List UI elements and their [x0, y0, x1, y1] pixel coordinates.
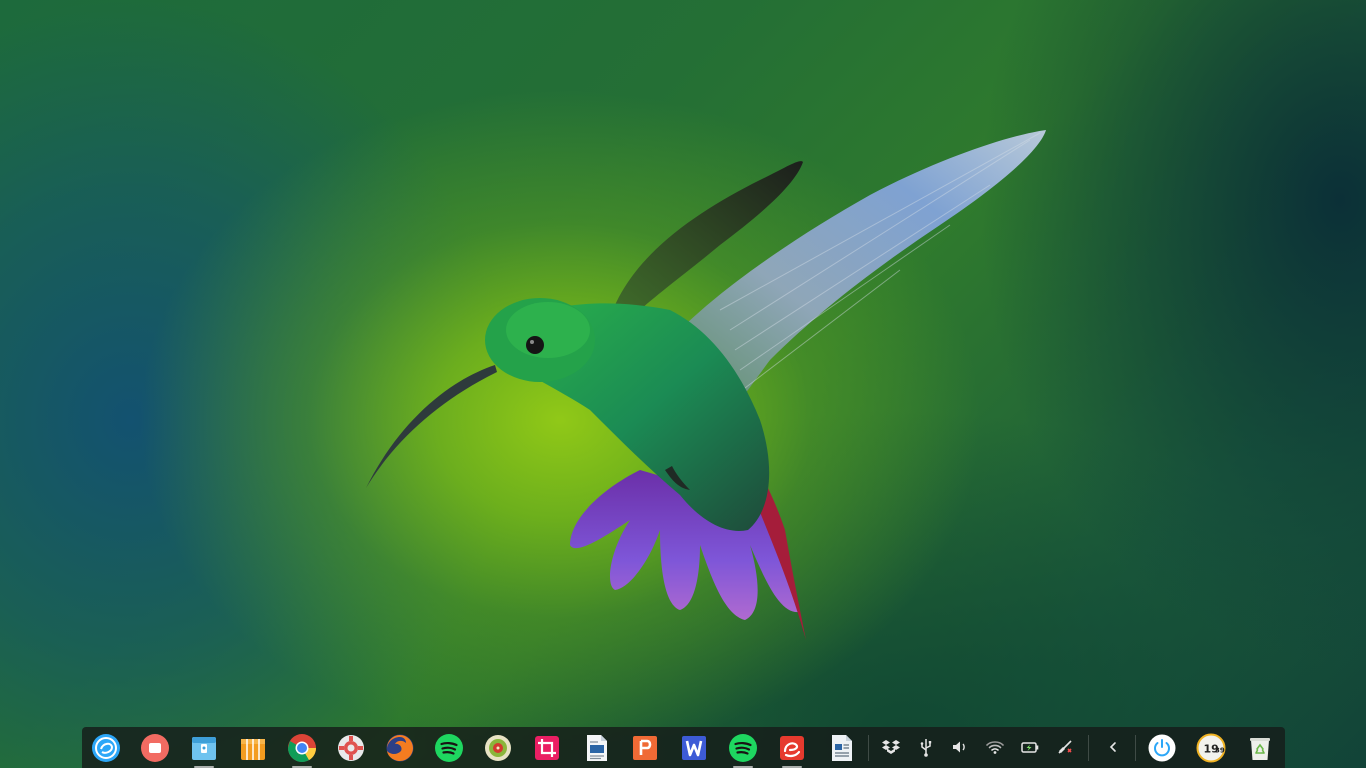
shutdown-button[interactable] — [1146, 732, 1178, 764]
file-manager-icon — [192, 737, 216, 760]
dock-separator — [868, 735, 869, 761]
dock: 19 39 — [82, 727, 1285, 768]
tray-usb[interactable] — [915, 736, 937, 758]
datetime-clock[interactable]: 19 39 — [1195, 732, 1227, 764]
document-writer-icon — [587, 735, 607, 761]
music-player-icon — [485, 735, 511, 761]
spotify-icon — [435, 734, 463, 762]
wifi-icon — [986, 741, 1004, 754]
dropbox-icon — [882, 740, 900, 754]
chevron-left-icon — [1109, 742, 1116, 752]
app-store-icon — [241, 739, 265, 760]
deepin-launcher-icon — [92, 734, 120, 762]
spotify-button-2[interactable] — [727, 732, 759, 768]
tray-volume[interactable] — [949, 736, 971, 758]
network-disconnected-icon — [1058, 740, 1072, 754]
spotify-button[interactable] — [433, 732, 465, 764]
multitasking-view-button[interactable] — [139, 732, 171, 764]
screenshot-crop-icon — [535, 736, 559, 760]
document-viewer-button[interactable] — [825, 732, 857, 764]
wps-writer-button[interactable] — [678, 732, 710, 764]
document-viewer-icon — [832, 735, 852, 761]
chrome-icon — [288, 734, 316, 762]
launcher-button[interactable] — [90, 732, 122, 764]
volume-icon — [953, 741, 965, 753]
desktop[interactable]: 19 39 — [0, 0, 1366, 768]
tray-dropbox[interactable] — [880, 736, 902, 758]
app-store-button[interactable] — [237, 732, 269, 764]
usb-icon — [920, 739, 932, 757]
trash-icon — [1250, 738, 1270, 760]
trash-button[interactable] — [1244, 732, 1276, 764]
clock-icon: 19 39 — [1196, 733, 1226, 763]
battery-charging-icon — [1021, 742, 1039, 753]
wps-presentation-button[interactable] — [629, 732, 661, 764]
power-icon — [1148, 734, 1176, 762]
wps-writer-icon — [682, 736, 706, 760]
hummingbird-wallpaper — [366, 130, 1046, 640]
tray-separator — [1088, 735, 1089, 761]
firefox-button[interactable] — [384, 732, 416, 764]
tray-network[interactable] — [1054, 736, 1076, 758]
music-player-button[interactable] — [482, 732, 514, 764]
screenshot-button[interactable] — [531, 732, 563, 764]
eudic-dictionary-button[interactable] — [776, 732, 808, 768]
multitasking-view-icon — [141, 734, 169, 762]
clock-minutes: 39 — [1215, 747, 1225, 755]
eudic-dictionary-icon — [780, 736, 804, 760]
tray-expand-button[interactable] — [1102, 736, 1124, 758]
control-center-button[interactable] — [335, 732, 367, 764]
tray-wifi[interactable] — [984, 736, 1006, 758]
spotify-icon — [729, 734, 757, 762]
chrome-button[interactable] — [286, 732, 318, 768]
file-manager-button[interactable] — [188, 732, 220, 768]
tray-battery[interactable] — [1019, 736, 1041, 758]
document-writer-button[interactable] — [580, 732, 612, 764]
control-center-icon — [338, 735, 364, 761]
system-separator — [1135, 735, 1136, 761]
firefox-icon — [386, 734, 414, 762]
wps-presentation-icon — [633, 736, 657, 760]
